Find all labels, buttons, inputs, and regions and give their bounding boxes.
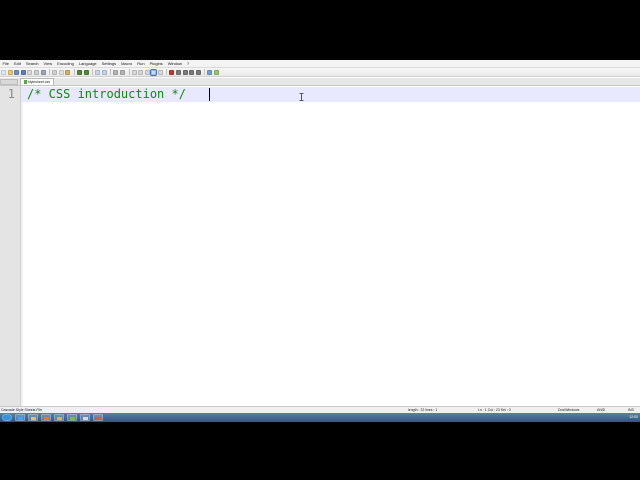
- indent-guide-icon[interactable]: [157, 69, 163, 75]
- menu-file[interactable]: File: [0, 60, 11, 67]
- plugin-icon[interactable]: [214, 69, 220, 75]
- toolbar-separator: [49, 69, 51, 75]
- menu-language[interactable]: Language: [76, 60, 99, 67]
- application-window: File Edit Search View Encoding Language …: [0, 60, 640, 422]
- paste-icon[interactable]: [65, 69, 71, 75]
- tab-label: stylesheet.css: [28, 80, 50, 84]
- show-all-characters-icon[interactable]: [150, 68, 158, 76]
- redo-icon[interactable]: [83, 69, 89, 75]
- folder-icon: [31, 416, 36, 420]
- editor-area[interactable]: 1 /* CSS introduction */: [0, 86, 640, 406]
- menu-window[interactable]: Window: [165, 60, 184, 67]
- menu-encoding[interactable]: Encoding: [55, 60, 77, 67]
- toolbar-separator: [204, 69, 206, 75]
- tab-scroll-left[interactable]: [0, 79, 18, 85]
- print-icon[interactable]: [40, 69, 46, 75]
- toolbar-separator: [73, 69, 75, 75]
- run-macro-multiple-icon[interactable]: [189, 69, 195, 75]
- copy-icon[interactable]: [58, 69, 64, 75]
- internet-explorer-icon: [18, 416, 23, 420]
- toolbar-separator: [110, 69, 112, 75]
- launch-in-browser-icon[interactable]: [207, 69, 213, 75]
- stop-recording-icon[interactable]: [176, 69, 182, 75]
- taskbar-internet-explorer[interactable]: [15, 414, 25, 421]
- menu-run[interactable]: Run: [135, 60, 147, 67]
- toolbar-separator: [166, 69, 168, 75]
- open-file-icon[interactable]: [7, 69, 13, 75]
- playback-icon[interactable]: [182, 69, 188, 75]
- close-all-icon[interactable]: [33, 69, 39, 75]
- menu-view[interactable]: View: [41, 60, 55, 67]
- new-file-icon[interactable]: [1, 69, 6, 75]
- toolbar: [0, 68, 640, 77]
- menu-macro[interactable]: Macro: [119, 60, 135, 67]
- record-macro-icon[interactable]: [169, 69, 175, 75]
- tab-bar: stylesheet.css: [0, 78, 640, 86]
- windows-taskbar: 12:00: [0, 413, 640, 422]
- word-wrap-icon[interactable]: [144, 69, 150, 75]
- start-orb-icon[interactable]: [2, 414, 12, 421]
- library-icon: [57, 416, 62, 420]
- saved-file-icon: [24, 80, 27, 84]
- ibeam-cursor-icon: [299, 93, 304, 101]
- menu-plugins[interactable]: Plugins: [147, 60, 165, 67]
- browser-icon: [83, 416, 88, 420]
- menu-settings[interactable]: Settings: [99, 60, 118, 67]
- menu-edit[interactable]: Edit: [11, 60, 23, 67]
- taskbar-clock[interactable]: 12:00: [629, 413, 638, 422]
- save-macro-icon[interactable]: [195, 69, 201, 75]
- taskbar-browser[interactable]: [80, 414, 90, 421]
- text-caret: [209, 88, 210, 101]
- save-icon[interactable]: [14, 69, 20, 75]
- cut-icon[interactable]: [52, 69, 58, 75]
- notepad-plus-plus-icon: [70, 416, 75, 420]
- toolbar-separator: [128, 69, 130, 75]
- paint-icon: [96, 416, 101, 420]
- sync-horizontal-icon[interactable]: [138, 69, 144, 75]
- find-icon[interactable]: [95, 69, 101, 75]
- undo-icon[interactable]: [76, 69, 82, 75]
- zoom-out-icon[interactable]: [119, 69, 125, 75]
- close-icon[interactable]: [27, 69, 33, 75]
- code-line-comment[interactable]: /* CSS introduction */: [27, 87, 186, 102]
- tab-stylesheet[interactable]: stylesheet.css: [20, 78, 54, 85]
- menu-bar: File Edit Search View Encoding Language …: [0, 60, 640, 68]
- line-number: 1: [7, 87, 15, 101]
- menu-help[interactable]: ?: [184, 60, 191, 67]
- line-number-gutter: 1: [0, 86, 21, 406]
- fold-margin[interactable]: [21, 86, 23, 406]
- save-all-icon[interactable]: [20, 69, 26, 75]
- taskbar-paint[interactable]: [93, 414, 103, 421]
- zoom-in-icon[interactable]: [113, 69, 119, 75]
- replace-icon[interactable]: [101, 69, 107, 75]
- toolbar-separator: [92, 69, 94, 75]
- taskbar-notepad-plus-plus[interactable]: [67, 414, 77, 421]
- taskbar-windows-explorer[interactable]: [28, 414, 38, 421]
- menu-search[interactable]: Search: [23, 60, 41, 67]
- sync-vertical-icon[interactable]: [131, 69, 137, 75]
- taskbar-folder[interactable]: [54, 414, 64, 421]
- taskbar-media-player[interactable]: [41, 414, 51, 421]
- media-player-icon: [44, 416, 49, 420]
